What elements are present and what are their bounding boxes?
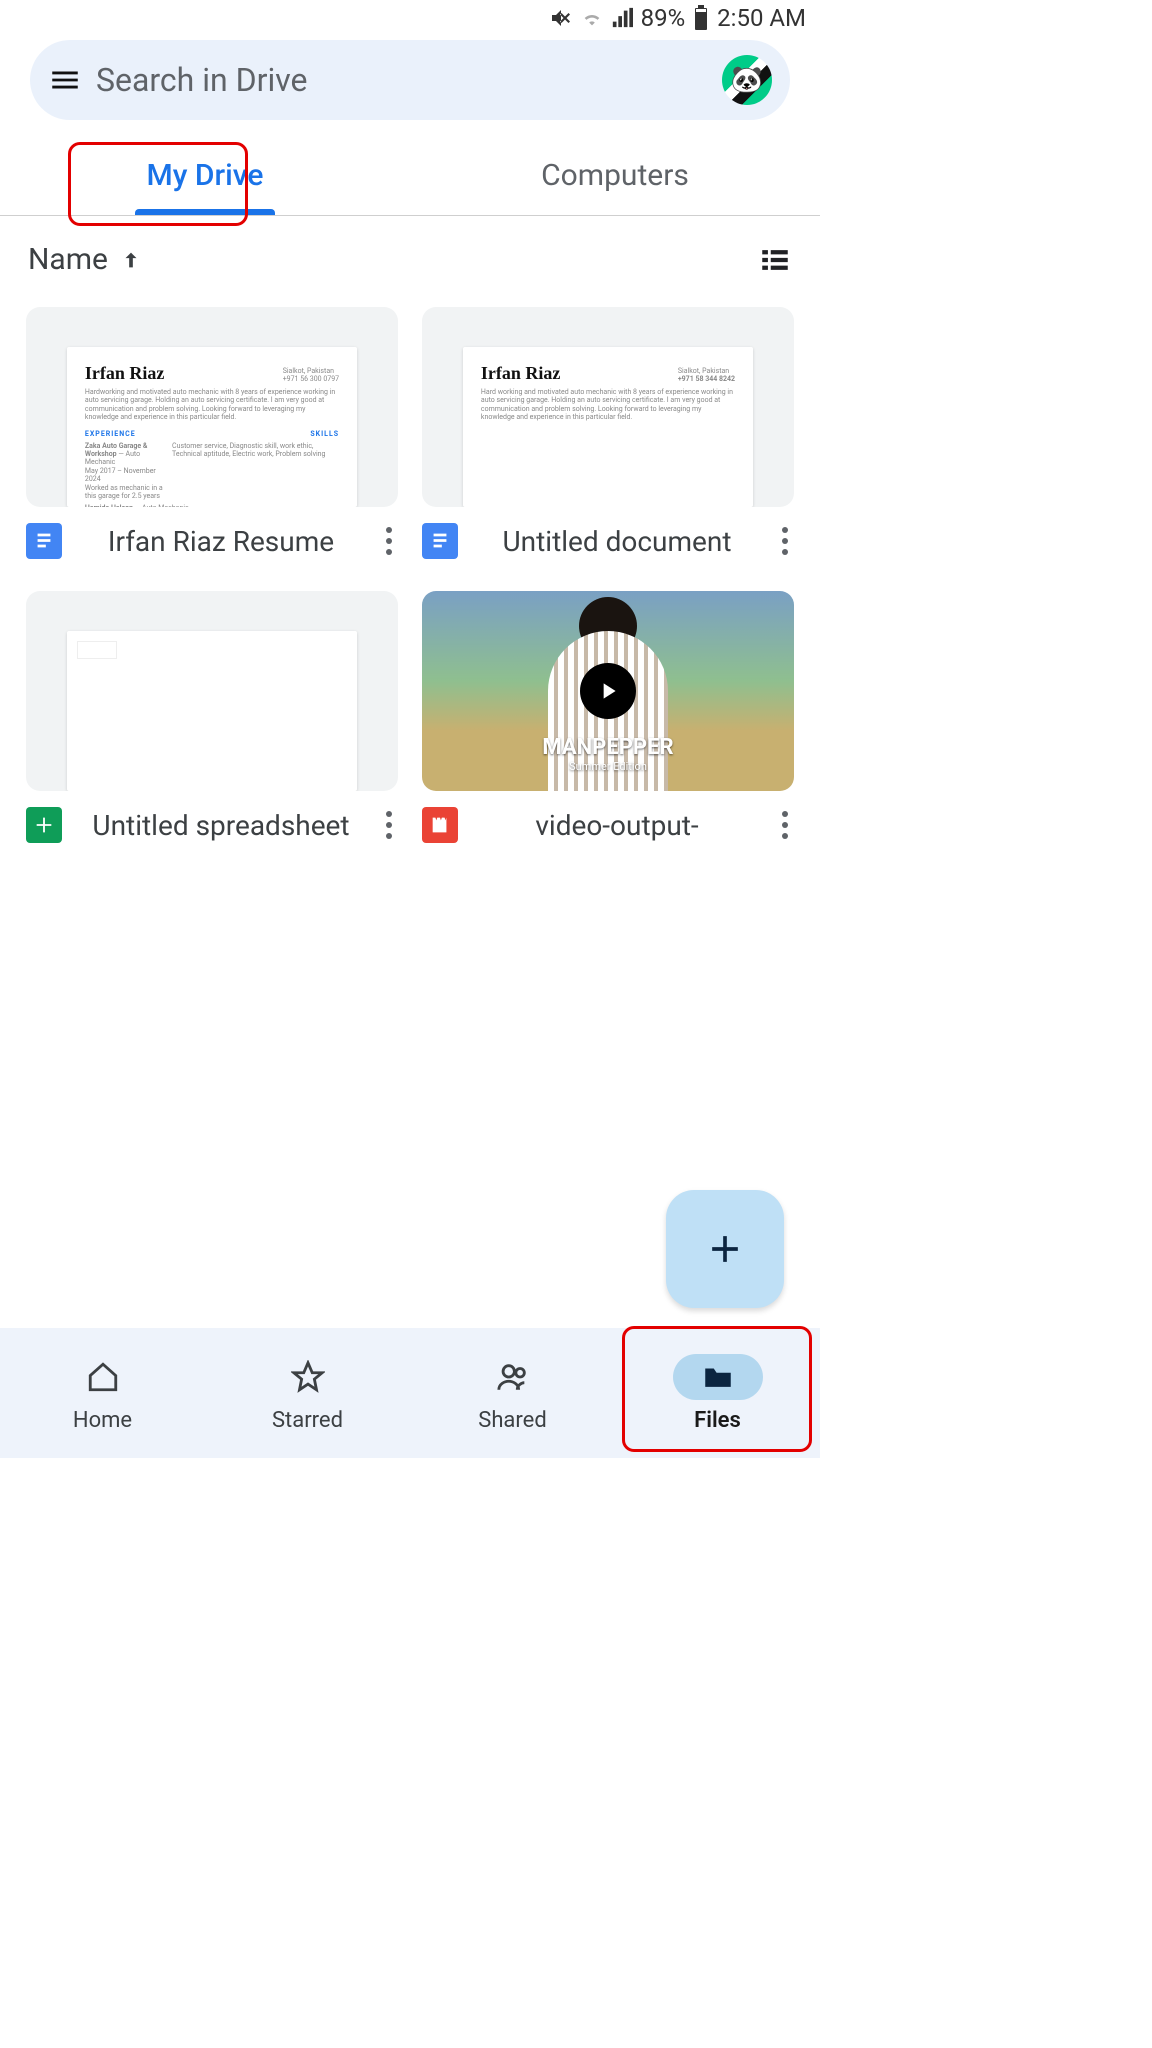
google-sheet-icon — [26, 807, 62, 843]
plus-icon — [703, 1227, 747, 1271]
nav-starred[interactable]: Starred — [205, 1328, 410, 1458]
google-doc-icon — [26, 523, 62, 559]
status-bar: 89% 2:50 AM — [0, 0, 820, 36]
preview-title: Irfan Riaz — [481, 363, 561, 384]
nav-home[interactable]: Home — [0, 1328, 205, 1458]
file-name: Irfan Riaz Resume — [72, 524, 370, 559]
tab-computers[interactable]: Computers — [410, 140, 820, 215]
google-doc-icon — [422, 523, 458, 559]
file-thumbnail: Irfan RiazSialkot, Pakistan+971 56 300 0… — [26, 307, 398, 507]
search-bar[interactable]: Search in Drive 🐼 — [30, 40, 790, 120]
more-options-icon[interactable] — [776, 805, 794, 845]
video-overlay-title: MANPEPPER — [542, 735, 673, 760]
play-icon — [580, 663, 636, 719]
location-tabs: My Drive Computers — [0, 140, 820, 216]
sort-by-name-button[interactable]: Name — [28, 242, 142, 277]
star-icon — [263, 1354, 353, 1400]
nav-shared[interactable]: Shared — [410, 1328, 615, 1458]
file-item[interactable]: Untitled spreadsheet — [26, 591, 398, 845]
file-name: Untitled spreadsheet — [72, 808, 370, 843]
files-grid: Irfan RiazSialkot, Pakistan+971 56 300 0… — [0, 277, 820, 965]
arrow-up-icon — [120, 249, 142, 271]
file-name: Untitled document — [468, 524, 766, 559]
nav-label: Shared — [478, 1408, 546, 1433]
wifi-icon — [581, 7, 603, 29]
more-options-icon[interactable] — [380, 521, 398, 561]
create-new-button[interactable] — [666, 1190, 784, 1308]
clock-time: 2:50 AM — [717, 4, 806, 32]
home-icon — [58, 1354, 148, 1400]
hamburger-menu-icon[interactable] — [48, 63, 82, 97]
nav-label: Starred — [272, 1408, 343, 1433]
battery-percent: 89% — [641, 4, 686, 32]
preview-title: Irfan Riaz — [85, 363, 165, 384]
people-icon — [468, 1354, 558, 1400]
sort-label: Name — [28, 242, 108, 277]
nav-label: Home — [73, 1408, 132, 1433]
nav-label: Files — [694, 1408, 741, 1433]
tab-my-drive[interactable]: My Drive — [0, 140, 410, 215]
file-item[interactable]: Irfan RiazSialkot, Pakistan+971 58 344 8… — [422, 307, 794, 561]
file-thumbnail: Irfan RiazSialkot, Pakistan+971 58 344 8… — [422, 307, 794, 507]
video-overlay-sub: Summer Edition — [542, 760, 673, 773]
file-item[interactable]: Irfan RiazSialkot, Pakistan+971 56 300 0… — [26, 307, 398, 561]
file-thumbnail: MANPEPPERSummer Edition — [422, 591, 794, 791]
more-options-icon[interactable] — [776, 521, 794, 561]
nav-files[interactable]: Files — [615, 1328, 820, 1458]
file-thumbnail — [26, 591, 398, 791]
mute-vibrate-icon — [549, 6, 573, 30]
bottom-navigation: Home Starred Shared Files — [0, 1328, 820, 1458]
battery-icon — [693, 5, 709, 31]
folder-icon — [673, 1354, 763, 1400]
file-item[interactable]: MANPEPPERSummer Edition video-output- — [422, 591, 794, 845]
list-view-icon[interactable] — [758, 243, 792, 277]
more-options-icon[interactable] — [380, 805, 398, 845]
account-avatar[interactable]: 🐼 — [722, 55, 772, 105]
file-name: video-output- — [468, 808, 766, 843]
signal-icon — [611, 7, 633, 29]
video-file-icon — [422, 807, 458, 843]
search-placeholder: Search in Drive — [96, 61, 708, 99]
